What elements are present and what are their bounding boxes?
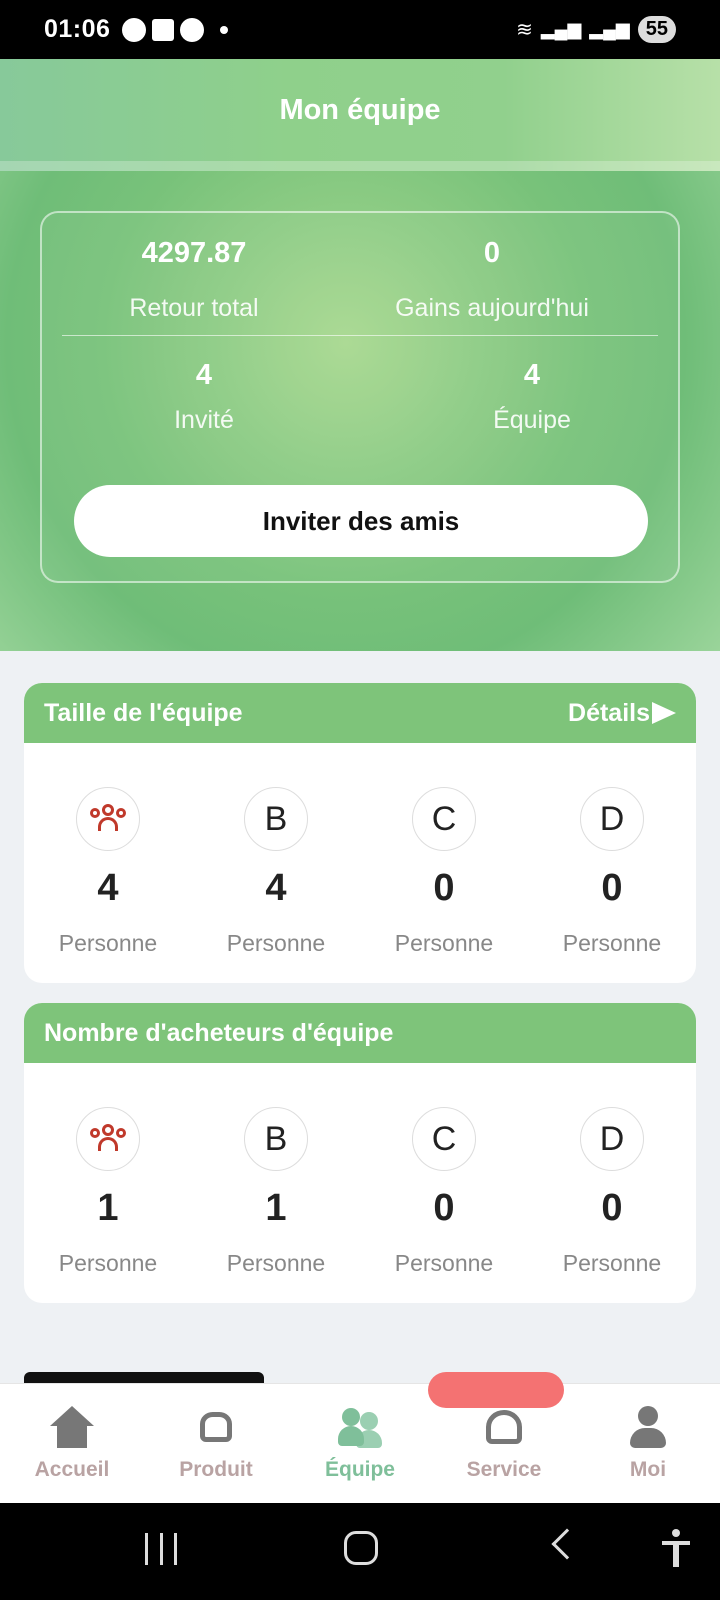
mosque-icon <box>152 18 175 41</box>
nav-label: Service <box>466 1458 542 1481</box>
level-a: 4 Personne <box>24 787 192 957</box>
level-unit: Personne <box>562 1250 662 1276</box>
nav-team[interactable]: Équipe <box>288 1384 432 1503</box>
team-icon <box>338 1406 382 1450</box>
nav-label: Équipe <box>324 1458 395 1481</box>
invite-friends-button[interactable]: Inviter des amis <box>74 485 648 557</box>
level-d: D 0 Personne <box>528 1107 696 1277</box>
nav-label: Moi <box>629 1458 667 1481</box>
divider <box>62 335 658 336</box>
team-size-header: Taille de l'équipe Détails <box>24 683 696 743</box>
bottom-nav: Accueil Produit Équipe Service Moi <box>0 1383 720 1503</box>
level-count: 0 <box>601 1187 623 1229</box>
notification-icons <box>122 17 229 42</box>
nav-me[interactable]: Moi <box>576 1384 720 1503</box>
group-badge <box>76 1107 140 1171</box>
team-size-levels: 4 Personne B 4 Personne C 0 Personne D 0… <box>24 743 696 957</box>
invited-value: 4 <box>195 359 213 391</box>
plant-icon <box>194 1406 238 1450</box>
accessibility-icon[interactable] <box>662 1529 690 1569</box>
level-c: C 0 Personne <box>360 787 528 957</box>
group-badge <box>76 787 140 851</box>
total-return-stat: 4297.87 Retour total <box>94 237 294 323</box>
invited-label: Invité <box>174 406 234 434</box>
service-notification-pill[interactable] <box>428 1372 564 1408</box>
level-count: 0 <box>601 867 623 909</box>
level-c: C 0 Personne <box>360 1107 528 1277</box>
level-count: 1 <box>265 1187 287 1229</box>
details-link[interactable]: Détails <box>568 699 676 728</box>
signal-icon: ▂▄▆ <box>589 19 630 39</box>
nav-label: Produit <box>179 1458 253 1481</box>
level-b: B 4 Personne <box>192 787 360 957</box>
support-icon <box>482 1406 526 1450</box>
level-unit: Personne <box>58 1250 158 1276</box>
level-d: D 0 Personne <box>528 787 696 957</box>
team-buyers-panel: Nombre d'acheteurs d'équipe 1 Personne B… <box>24 1003 696 1303</box>
today-gains-value: 0 <box>483 237 501 269</box>
status-right: ≋ ▂▄▆ ▂▄▆ 55 <box>516 16 676 43</box>
today-gains-label: Gains aujourd'hui <box>395 294 589 322</box>
group-icon <box>90 1124 126 1154</box>
team-size-title: Taille de l'équipe <box>44 698 243 727</box>
today-gains-stat: 0 Gains aujourd'hui <box>382 237 602 323</box>
status-bar: 01:06 ≋ ▂▄▆ ▂▄▆ 55 <box>0 0 720 59</box>
level-count: 0 <box>433 867 455 909</box>
level-count: 4 <box>97 867 119 909</box>
user-icon <box>626 1406 670 1450</box>
team-stat: 4 Équipe <box>472 359 592 435</box>
level-badge: C <box>412 787 476 851</box>
group-icon <box>90 804 126 834</box>
page-header: Mon équipe <box>0 59 720 171</box>
nav-label: Accueil <box>34 1458 110 1481</box>
level-unit: Personne <box>562 930 662 956</box>
status-time: 01:06 <box>44 15 111 43</box>
total-return-value: 4297.87 <box>141 237 247 269</box>
level-badge: B <box>244 1107 308 1171</box>
level-badge: D <box>580 1107 644 1171</box>
team-size-panel: Taille de l'équipe Détails 4 Personne B … <box>24 683 696 983</box>
level-b: B 1 Personne <box>192 1107 360 1277</box>
more-notifications-dot <box>220 25 229 34</box>
hero-section: Mon équipe 4297.87 Retour total 0 Gains … <box>0 59 720 651</box>
whatsapp-icon <box>180 17 205 42</box>
level-count: 4 <box>265 867 287 909</box>
nav-product[interactable]: Produit <box>144 1384 288 1503</box>
level-badge: B <box>244 787 308 851</box>
next-panel-edge <box>24 1303 696 1383</box>
back-button[interactable] <box>551 1528 583 1560</box>
team-buyers-levels: 1 Personne B 1 Personne C 0 Personne D 0… <box>24 1063 696 1277</box>
level-unit: Personne <box>58 930 158 956</box>
team-buyers-title: Nombre d'acheteurs d'équipe <box>44 1018 394 1047</box>
page-title: Mon équipe <box>279 93 441 126</box>
arrow-right-icon <box>652 702 676 724</box>
signal-icon: ▂▄▆ <box>540 19 582 39</box>
level-a: 1 Personne <box>24 1107 192 1277</box>
level-count: 0 <box>433 1187 455 1229</box>
details-label: Détails <box>568 698 650 727</box>
recent-apps-button[interactable] <box>145 1533 177 1565</box>
invited-stat: 4 Invité <box>144 359 264 435</box>
system-nav-bar <box>0 1503 720 1600</box>
level-count: 1 <box>97 1187 119 1229</box>
level-badge: D <box>580 787 644 851</box>
level-unit: Personne <box>394 930 494 956</box>
whatsapp-icon <box>122 17 147 42</box>
level-badge: C <box>412 1107 476 1171</box>
level-unit: Personne <box>394 1250 494 1276</box>
team-value: 4 <box>523 359 541 391</box>
nav-home[interactable]: Accueil <box>0 1384 144 1503</box>
total-return-label: Retour total <box>129 294 259 322</box>
level-unit: Personne <box>226 930 326 956</box>
team-buyers-header: Nombre d'acheteurs d'équipe <box>24 1003 696 1063</box>
stats-card: 4297.87 Retour total 0 Gains aujourd'hui… <box>40 211 680 583</box>
home-button[interactable] <box>344 1531 378 1565</box>
team-label: Équipe <box>493 406 571 434</box>
home-icon <box>50 1406 94 1450</box>
level-unit: Personne <box>226 1250 326 1276</box>
battery-indicator: 55 <box>637 16 676 43</box>
wifi-icon: ≋ <box>516 19 533 41</box>
